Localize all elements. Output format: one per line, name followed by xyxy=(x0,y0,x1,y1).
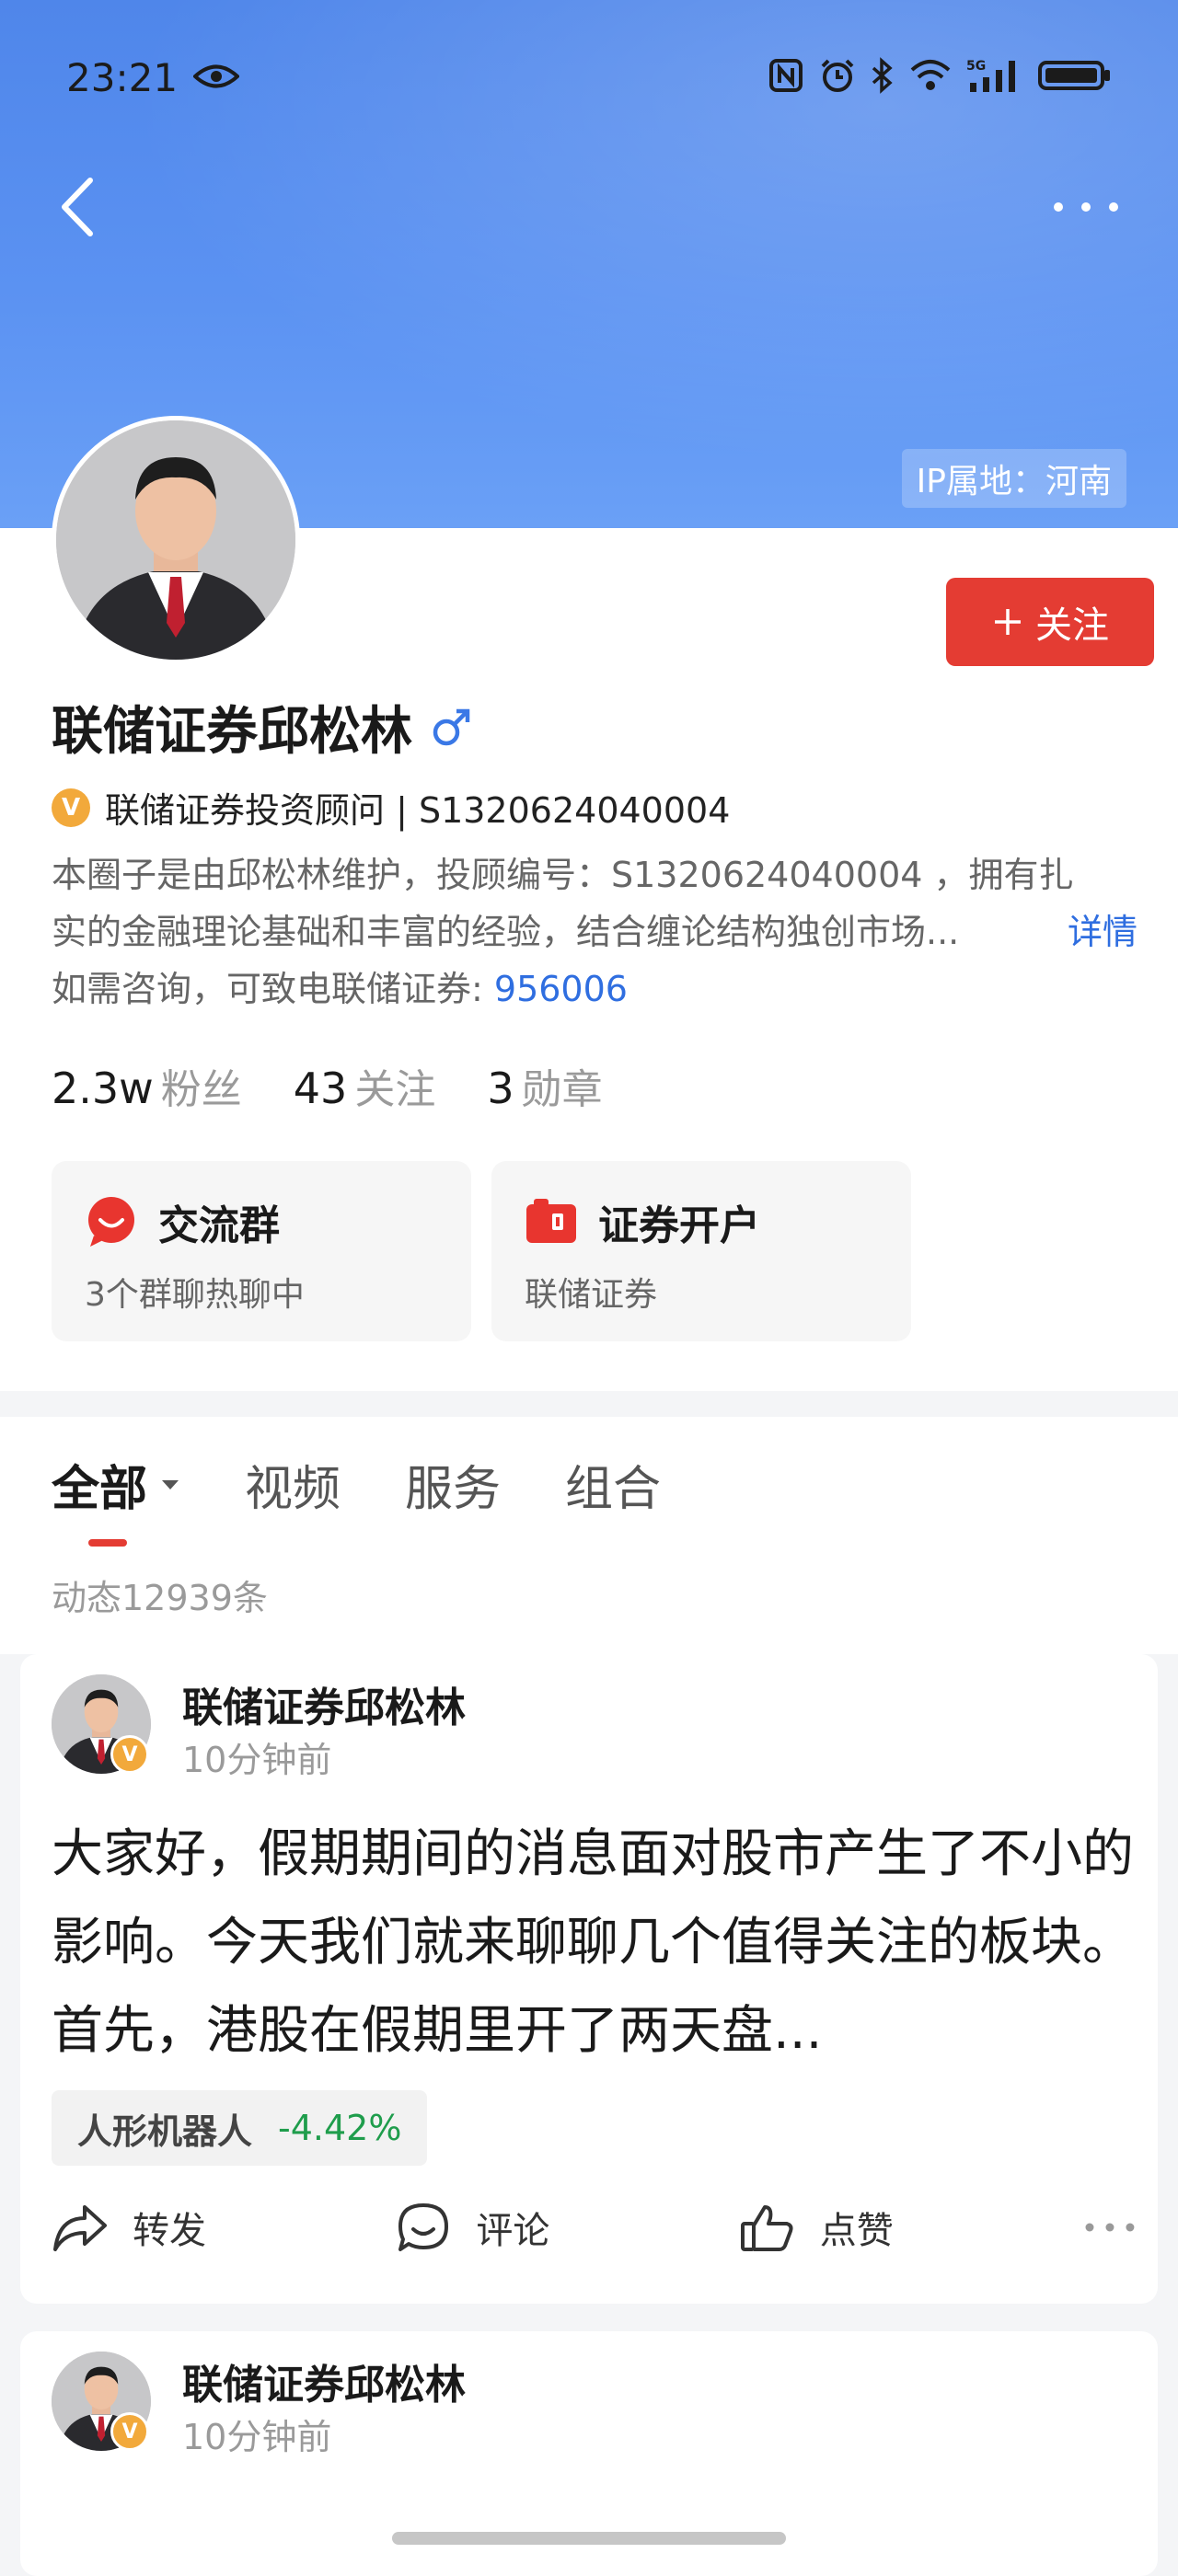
male-gender-icon xyxy=(433,708,470,745)
action-label: 点赞 xyxy=(819,2210,894,2252)
tab-all[interactable]: 全部 xyxy=(52,1450,180,1547)
tag-name: 人形机器人 xyxy=(77,2110,253,2152)
more-icon[interactable] xyxy=(1049,193,1123,221)
card-title: 交流群 xyxy=(158,1202,280,1249)
stat-followers[interactable]: 2.3w 粉丝 xyxy=(52,1056,242,1115)
stat-value: 43 xyxy=(293,1064,348,1113)
action-label: 评论 xyxy=(476,2210,550,2252)
bio-line-3: 如需咨询，可致电联储证券: xyxy=(52,969,494,1009)
verified-badge-icon: V xyxy=(110,2412,149,2451)
like-button[interactable]: 点赞 xyxy=(739,2201,1082,2254)
verified-badge-icon: V xyxy=(110,1735,149,1774)
follow-button[interactable]: 关注 xyxy=(946,578,1154,666)
profile-name-row: 联储证券邱松林 xyxy=(52,690,473,765)
avatar-portrait-icon xyxy=(56,420,295,660)
securities-account-icon xyxy=(526,1199,576,1243)
card-subtitle: 联储证券 xyxy=(525,1276,658,1314)
post-actions: 转发 评论 点赞 xyxy=(52,2201,1138,2254)
home-indicator[interactable] xyxy=(392,2532,786,2545)
card-subtitle: 3个群聊热聊中 xyxy=(85,1276,305,1314)
avatar[interactable] xyxy=(52,416,300,664)
nfc-icon xyxy=(769,59,803,92)
post-timestamp: 10分钟前 xyxy=(182,1740,332,1780)
tag-change: -4.42% xyxy=(278,2108,402,2148)
thumbs-up-icon xyxy=(740,2205,793,2251)
verified-badge-icon: V xyxy=(52,788,90,827)
tab-video[interactable]: 视频 xyxy=(245,1450,341,1519)
post-timestamp: 10分钟前 xyxy=(182,2417,332,2457)
content-tabs: 全部 视频 服务 组合 xyxy=(52,1450,661,1547)
certification-row: V 联储证券投资顾问 | S1320624040004 xyxy=(52,782,730,833)
more-options-icon[interactable] xyxy=(1082,2218,1138,2237)
stat-value: 2.3w xyxy=(52,1064,154,1113)
eye-icon xyxy=(193,64,239,88)
content-tabs-area: 全部 视频 服务 组合 动态12939条 xyxy=(0,1417,1178,1654)
plus-icon xyxy=(995,609,1021,635)
bio-line-1: 本圈子是由邱松林维护，投顾编号：S1320624040004 ，拥有扎 xyxy=(52,855,1074,895)
post-count: 动态12939条 xyxy=(52,1578,268,1618)
stat-value: 3 xyxy=(487,1064,514,1113)
share-arrow-icon xyxy=(53,2205,107,2251)
alarm-icon xyxy=(821,59,854,92)
feed-post[interactable]: V 联储证券邱松林 10分钟前 大家好，假期期间的消息面对股市产生了不小的影响。… xyxy=(20,1654,1158,2304)
card-title: 证券开户 xyxy=(598,1202,760,1249)
status-time: 23:21 xyxy=(66,55,179,100)
post-body-text[interactable]: 大家好，假期期间的消息面对股市产生了不小的影响。今天我们就来聊聊几个值得关注的板… xyxy=(52,1811,1138,2076)
open-account-card[interactable]: 证券开户 联储证券 xyxy=(491,1161,911,1341)
tab-label: 全部 xyxy=(52,1462,148,1517)
status-icons: 5G xyxy=(768,57,1112,94)
comment-icon xyxy=(398,2203,449,2251)
stat-medals[interactable]: 3 勋章 xyxy=(487,1056,602,1115)
forward-button[interactable]: 转发 xyxy=(52,2201,395,2254)
bio-line-2: 实的金融理论基础和丰富的经验，结合缠论结构独创市场... xyxy=(52,912,960,952)
bio-detail-link[interactable]: 详情 xyxy=(1068,903,1138,960)
certification-text: 联储证券投资顾问 | S1320624040004 xyxy=(105,790,731,831)
stat-label: 粉丝 xyxy=(160,1066,242,1113)
battery-icon xyxy=(1038,61,1110,90)
post-author-name[interactable]: 联储证券邱松林 xyxy=(182,2352,466,2410)
chat-group-card[interactable]: 交流群 3个群聊热聊中 xyxy=(52,1161,471,1341)
wifi-icon xyxy=(910,60,951,90)
chat-bubble-icon xyxy=(88,1197,134,1247)
back-icon[interactable] xyxy=(55,175,99,239)
bluetooth-icon xyxy=(872,57,893,94)
profile-name: 联储证券邱松林 xyxy=(52,702,412,762)
action-label: 转发 xyxy=(133,2210,206,2252)
stock-tag[interactable]: 人形机器人 -4.42% xyxy=(52,2090,428,2166)
post-author-name[interactable]: 联储证券邱松林 xyxy=(182,1674,466,1733)
profile-bio: 本圈子是由邱松林维护，投顾编号：S1320624040004 ，拥有扎 实的金融… xyxy=(52,846,1138,1018)
stat-label: 关注 xyxy=(354,1066,436,1113)
profile-stats: 2.3w 粉丝 43 关注 3 勋章 xyxy=(52,1056,603,1115)
comment-button[interactable]: 评论 xyxy=(395,2201,738,2254)
svg-text:5G: 5G xyxy=(966,59,986,74)
status-bar: 23:21 5G xyxy=(0,0,1178,156)
signal-5g-icon: 5G xyxy=(966,59,1015,92)
caret-down-icon xyxy=(162,1479,179,1489)
tab-portfolio[interactable]: 组合 xyxy=(565,1450,661,1519)
follow-label: 关注 xyxy=(1035,604,1109,647)
service-cards: 交流群 3个群聊热聊中 证券开户 联储证券 xyxy=(52,1161,911,1341)
stat-following[interactable]: 43 关注 xyxy=(294,1056,436,1115)
stat-label: 勋章 xyxy=(521,1066,603,1113)
tab-service[interactable]: 服务 xyxy=(405,1450,501,1519)
ip-location-badge: IP属地：河南 xyxy=(901,449,1126,508)
bio-phone-link[interactable]: 956006 xyxy=(494,969,628,1009)
